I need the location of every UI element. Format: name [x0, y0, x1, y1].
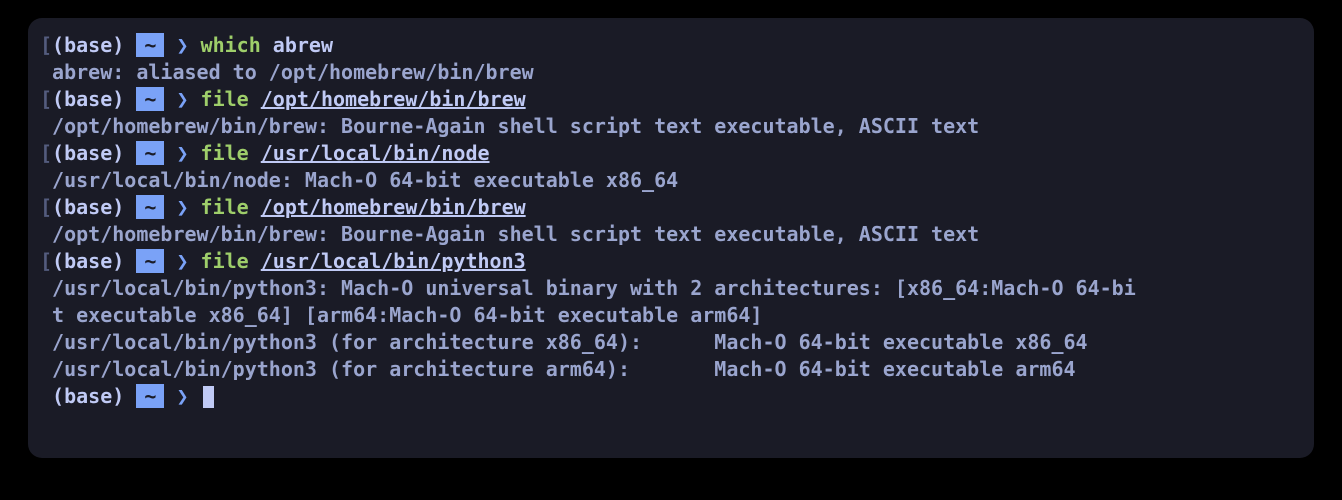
command-name: file: [201, 195, 249, 219]
terminal-line: /usr/local/bin/node: Mach-O 64-bit execu…: [40, 167, 1302, 194]
terminal-line: /usr/local/bin/python3: Mach-O universal…: [40, 275, 1302, 302]
terminal-line: /opt/homebrew/bin/brew: Bourne-Again she…: [40, 113, 1302, 140]
terminal-line: [(base) ~ ❯ which abrew: [40, 32, 1302, 59]
output-text: /opt/homebrew/bin/brew: Bourne-Again she…: [40, 114, 979, 138]
prompt-bracket: [: [40, 87, 52, 111]
terminal-line: [(base) ~ ❯ file /usr/local/bin/node: [40, 140, 1302, 167]
command-arg: /opt/homebrew/bin/brew: [261, 195, 526, 219]
terminal-line: abrew: aliased to /opt/homebrew/bin/brew: [40, 59, 1302, 86]
output-text: /usr/local/bin/node: Mach-O 64-bit execu…: [40, 168, 678, 192]
output-text: /usr/local/bin/python3 (for architecture…: [40, 330, 1088, 354]
command-name: which: [201, 33, 261, 57]
prompt-dir: ~: [136, 249, 164, 273]
prompt-bracket: [: [40, 195, 52, 219]
command-name: file: [201, 87, 249, 111]
output-text: t executable x86_64] [arm64:Mach-O 64-bi…: [40, 303, 762, 327]
prompt-arrow-icon: ❯: [176, 33, 188, 57]
prompt-dir: ~: [136, 141, 164, 165]
terminal-line: /usr/local/bin/python3 (for architecture…: [40, 329, 1302, 356]
command-name: file: [201, 141, 249, 165]
output-text: /opt/homebrew/bin/brew: Bourne-Again she…: [40, 222, 979, 246]
command-arg: /opt/homebrew/bin/brew: [261, 87, 526, 111]
command-arg: /usr/local/bin/node: [261, 141, 490, 165]
prompt-dir: ~: [136, 195, 164, 219]
output-text: /usr/local/bin/python3: Mach-O universal…: [40, 276, 1136, 300]
prompt-arrow-icon: ❯: [176, 195, 188, 219]
command-name: file: [201, 249, 249, 273]
command-arg: /usr/local/bin/python3: [261, 249, 526, 273]
prompt-env: (base): [52, 141, 124, 165]
terminal-window[interactable]: [(base) ~ ❯ which abrew abrew: aliased t…: [28, 18, 1314, 458]
prompt-bracket: [: [40, 141, 52, 165]
terminal-line: t executable x86_64] [arm64:Mach-O 64-bi…: [40, 302, 1302, 329]
output-text: abrew: aliased to /opt/homebrew/bin/brew: [40, 60, 534, 84]
prompt-arrow-icon: ❯: [176, 249, 188, 273]
prompt-bracket: [: [40, 33, 52, 57]
prompt-env: (base): [52, 33, 124, 57]
prompt-env: (base): [52, 87, 124, 111]
terminal-line: /opt/homebrew/bin/brew: Bourne-Again she…: [40, 221, 1302, 248]
prompt-env: (base): [52, 249, 124, 273]
prompt-env: (base): [52, 384, 124, 408]
prompt-dir: ~: [136, 87, 164, 111]
terminal-line: (base) ~ ❯: [40, 383, 1302, 410]
prompt-env: (base): [52, 195, 124, 219]
prompt-bracket: [: [40, 249, 52, 273]
output-text: /usr/local/bin/python3 (for architecture…: [40, 357, 1076, 381]
cursor-icon[interactable]: [203, 386, 214, 408]
prompt-dir: ~: [136, 384, 164, 408]
prompt-dir: ~: [136, 33, 164, 57]
prompt-arrow-icon: ❯: [176, 87, 188, 111]
terminal-line: /usr/local/bin/python3 (for architecture…: [40, 356, 1302, 383]
terminal-line: [(base) ~ ❯ file /opt/homebrew/bin/brew: [40, 86, 1302, 113]
terminal-line: [(base) ~ ❯ file /usr/local/bin/python3: [40, 248, 1302, 275]
prompt-arrow-icon: ❯: [176, 141, 188, 165]
prompt-arrow-icon: ❯: [176, 384, 188, 408]
command-arg: abrew: [273, 33, 333, 57]
terminal-line: [(base) ~ ❯ file /opt/homebrew/bin/brew: [40, 194, 1302, 221]
